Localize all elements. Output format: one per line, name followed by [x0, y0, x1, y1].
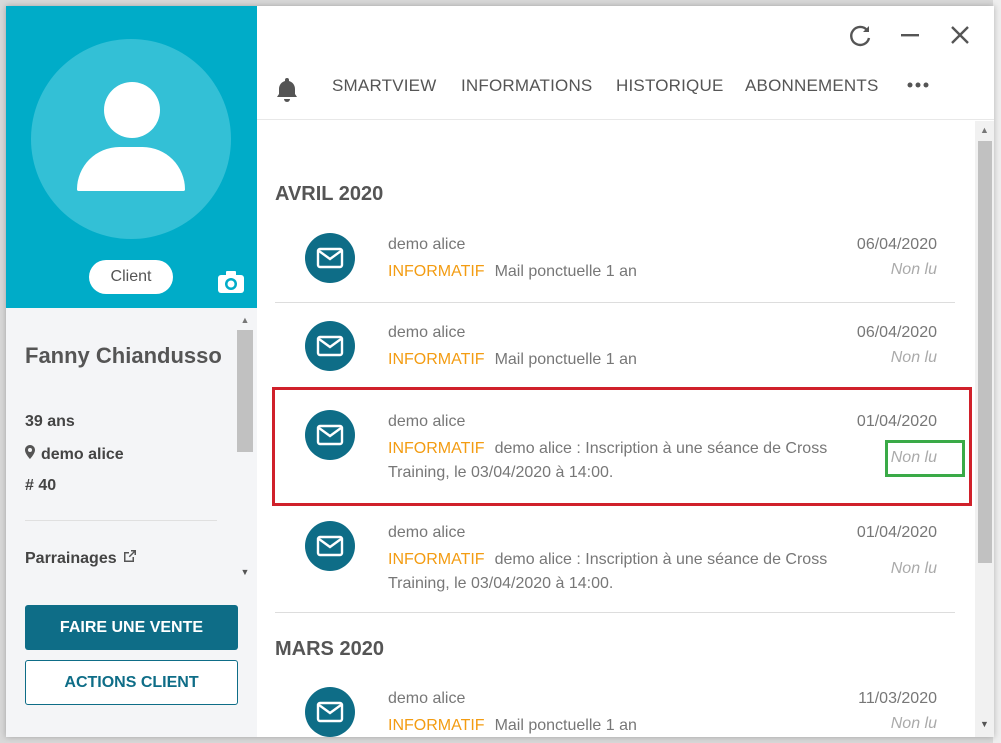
tab-informations[interactable]: INFORMATIONS	[461, 76, 592, 96]
client-main: SMARTVIEW INFORMATIONS HISTORIQUE ABONNE…	[257, 6, 994, 737]
scroll-thumb[interactable]	[237, 330, 253, 452]
highlight-frame	[272, 387, 972, 506]
scroll-up-icon[interactable]: ▲	[235, 312, 255, 328]
client-name: Fanny Chiandusso	[25, 343, 222, 368]
client-info: Fanny Chiandusso 39 ans demo alice # 40 …	[6, 308, 257, 582]
mail-icon	[305, 321, 355, 371]
message-body: Mail ponctuelle 1 an	[494, 351, 637, 368]
list-item[interactable]: demo alice INFORMATIF Mail ponctuelle 1 a…	[275, 226, 955, 296]
sidebar-scrollbar[interactable]: ▲ ▼	[235, 312, 255, 582]
message-body: Mail ponctuelle 1 an	[494, 263, 637, 280]
profile-header: Client	[6, 6, 257, 308]
refresh-icon[interactable]	[846, 21, 874, 49]
list-item[interactable]: demo alice INFORMATIF Mail ponctuelle 1 a…	[275, 680, 955, 737]
bell-icon[interactable]	[275, 76, 299, 102]
minimize-icon[interactable]	[896, 21, 924, 49]
status-highlight-frame	[885, 440, 965, 477]
message-text: INFORMATIF Mail ponctuelle 1 an	[388, 260, 868, 284]
message-sender: demo alice	[388, 324, 466, 341]
client-sidebar: Client Fanny Chiandusso 39 ans demo alic…	[6, 6, 257, 737]
scroll-down-icon[interactable]: ▼	[235, 564, 255, 580]
message-date: 01/04/2020	[856, 524, 937, 541]
month-header: MARS 2020	[275, 638, 384, 660]
tab-smartview[interactable]: SMARTVIEW	[332, 76, 436, 96]
month-header: AVRIL 2020	[275, 183, 384, 205]
client-number: # 40	[25, 477, 57, 494]
avatar[interactable]	[31, 39, 231, 239]
message-sender: demo alice	[388, 524, 466, 541]
mail-icon	[305, 687, 355, 737]
message-sender: demo alice	[388, 690, 466, 707]
background-strip	[993, 0, 1001, 743]
list-item[interactable]: demo alice INFORMATIF Mail ponctuelle 1 a…	[275, 314, 955, 384]
message-date: 06/04/2020	[856, 236, 937, 253]
divider	[275, 612, 955, 613]
divider	[25, 520, 217, 521]
client-location-text: demo alice	[41, 445, 124, 463]
message-status: Non lu	[890, 560, 937, 577]
client-location: demo alice	[25, 445, 124, 464]
message-date: 06/04/2020	[856, 324, 937, 341]
scroll-thumb[interactable]	[978, 141, 992, 563]
tab-historique[interactable]: HISTORIQUE	[616, 76, 723, 96]
mail-icon	[305, 521, 355, 571]
message-scrollbar[interactable]: ▲ ▼	[975, 121, 994, 737]
message-date: 11/03/2020	[858, 690, 937, 707]
message-type: INFORMATIF	[388, 551, 485, 568]
external-link-icon	[123, 549, 137, 568]
divider	[275, 302, 955, 303]
message-status: Non lu	[890, 261, 937, 278]
client-modal: Client Fanny Chiandusso 39 ans demo alic…	[6, 6, 994, 737]
message-type: INFORMATIF	[388, 263, 485, 280]
client-badge: Client	[89, 260, 173, 294]
user-avatar-icon-body	[77, 147, 185, 191]
tab-bar: SMARTVIEW INFORMATIONS HISTORIQUE ABONNE…	[257, 68, 994, 120]
location-pin-icon	[25, 445, 35, 464]
scroll-up-icon[interactable]: ▲	[975, 121, 994, 139]
parrainages-link[interactable]: Parrainages	[25, 549, 137, 568]
window-controls	[846, 21, 974, 49]
message-body: Mail ponctuelle 1 an	[494, 717, 637, 734]
client-actions-button[interactable]: ACTIONS CLIENT	[25, 660, 238, 705]
user-avatar-icon	[104, 82, 160, 138]
message-type: INFORMATIF	[388, 351, 485, 368]
message-text: INFORMATIF Mail ponctuelle 1 an	[388, 348, 868, 372]
more-icon[interactable]	[907, 78, 929, 90]
tab-abonnements[interactable]: ABONNEMENTS	[745, 76, 879, 96]
message-text: INFORMATIF demo alice : Inscription à une…	[388, 548, 868, 596]
mail-icon	[305, 233, 355, 283]
sale-button[interactable]: FAIRE UNE VENTE	[25, 605, 238, 650]
close-icon[interactable]	[946, 21, 974, 49]
message-text: INFORMATIF Mail ponctuelle 1 an	[388, 714, 868, 737]
list-item[interactable]: demo alice INFORMATIF demo alice : Inscri…	[275, 514, 955, 594]
message-status: Non lu	[890, 715, 937, 732]
camera-icon[interactable]	[217, 270, 245, 294]
parrainages-label: Parrainages	[25, 549, 117, 567]
message-type: INFORMATIF	[388, 717, 485, 734]
client-age: 39 ans	[25, 413, 75, 430]
message-status: Non lu	[890, 349, 937, 366]
message-sender: demo alice	[388, 236, 466, 253]
scroll-down-icon[interactable]: ▼	[975, 715, 994, 733]
